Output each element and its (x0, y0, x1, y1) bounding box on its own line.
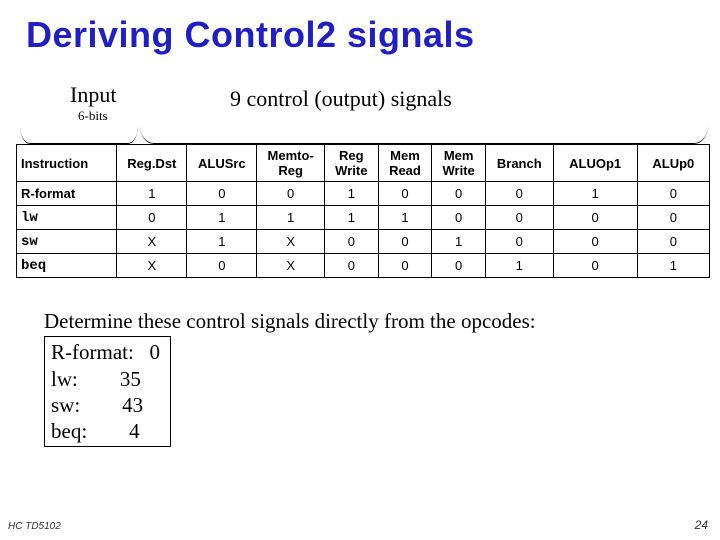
brace-input-icon (20, 126, 138, 144)
footer-right: 24 (695, 518, 708, 532)
table-header: Instruction (17, 145, 117, 182)
row-label: beq (17, 254, 117, 278)
table-cell: 0 (432, 254, 486, 278)
labels-area: Input 6-bits 9 control (output) signals (0, 82, 720, 146)
table-cell: 1 (187, 230, 257, 254)
table-cell: X (117, 254, 187, 278)
brace-output-icon (140, 126, 708, 144)
table-cell: 0 (553, 206, 637, 230)
table-cell: 0 (378, 254, 432, 278)
output-label: 9 control (output) signals (230, 86, 452, 112)
table-cell: 0 (257, 182, 325, 206)
control-table-wrap: InstructionReg.DstALUSrcMemto-RegRegWrit… (16, 144, 710, 278)
opcode-box: R-format: 0lw: 35sw: 43beq: 4 (44, 336, 171, 447)
table-cell: X (257, 230, 325, 254)
row-label: lw (17, 206, 117, 230)
page-title: Deriving Control2 signals (0, 0, 720, 56)
caption-line: Determine these control signals directly… (44, 308, 720, 334)
table-header: RegWrite (324, 145, 378, 182)
row-label: R-format (17, 182, 117, 206)
table-cell: 0 (324, 230, 378, 254)
table-cell: 0 (324, 254, 378, 278)
table-cell: 1 (553, 182, 637, 206)
table-body: R-format100100010lw011110000swX1X001000b… (17, 182, 710, 278)
table-header: Branch (485, 145, 553, 182)
table-cell: 1 (378, 206, 432, 230)
table-header: ALUOp1 (553, 145, 637, 182)
table-cell: 0 (553, 254, 637, 278)
control-table: InstructionReg.DstALUSrcMemto-RegRegWrit… (16, 144, 710, 278)
table-cell: 0 (485, 230, 553, 254)
table-cell: 1 (432, 230, 486, 254)
table-cell: 0 (637, 206, 709, 230)
table-header: ALUp0 (637, 145, 709, 182)
opcode-row: lw: 35 (51, 366, 160, 392)
table-cell: 0 (187, 254, 257, 278)
table-cell: 1 (324, 182, 378, 206)
table-cell: 0 (187, 182, 257, 206)
table-cell: 0 (637, 230, 709, 254)
table-cell: 1 (187, 206, 257, 230)
table-cell: 1 (324, 206, 378, 230)
caption-block: Determine these control signals directly… (44, 308, 720, 447)
table-cell: X (257, 254, 325, 278)
table-row: swX1X001000 (17, 230, 710, 254)
row-label: sw (17, 230, 117, 254)
footer-left: HC TD5102 (8, 521, 61, 532)
table-cell: 0 (432, 206, 486, 230)
input-label: Input (70, 82, 116, 108)
table-row: lw011110000 (17, 206, 710, 230)
opcode-row: sw: 43 (51, 392, 160, 418)
opcode-row: R-format: 0 (51, 339, 160, 365)
table-cell: 0 (485, 206, 553, 230)
table-cell: 1 (485, 254, 553, 278)
table-cell: X (117, 230, 187, 254)
table-header: MemWrite (432, 145, 486, 182)
table-row: beqX0X000101 (17, 254, 710, 278)
table-header: Reg.Dst (117, 145, 187, 182)
table-header: ALUSrc (187, 145, 257, 182)
table-cell: 0 (432, 182, 486, 206)
input-sublabel: 6-bits (78, 108, 108, 124)
table-cell: 0 (485, 182, 553, 206)
table-cell: 0 (637, 182, 709, 206)
table-cell: 1 (257, 206, 325, 230)
table-header-row: InstructionReg.DstALUSrcMemto-RegRegWrit… (17, 145, 710, 182)
table-header: MemRead (378, 145, 432, 182)
table-row: R-format100100010 (17, 182, 710, 206)
opcode-row: beq: 4 (51, 418, 160, 444)
table-cell: 0 (378, 230, 432, 254)
table-header: Memto-Reg (257, 145, 325, 182)
table-cell: 0 (117, 206, 187, 230)
table-cell: 0 (553, 230, 637, 254)
table-cell: 1 (637, 254, 709, 278)
table-cell: 1 (117, 182, 187, 206)
table-cell: 0 (378, 182, 432, 206)
